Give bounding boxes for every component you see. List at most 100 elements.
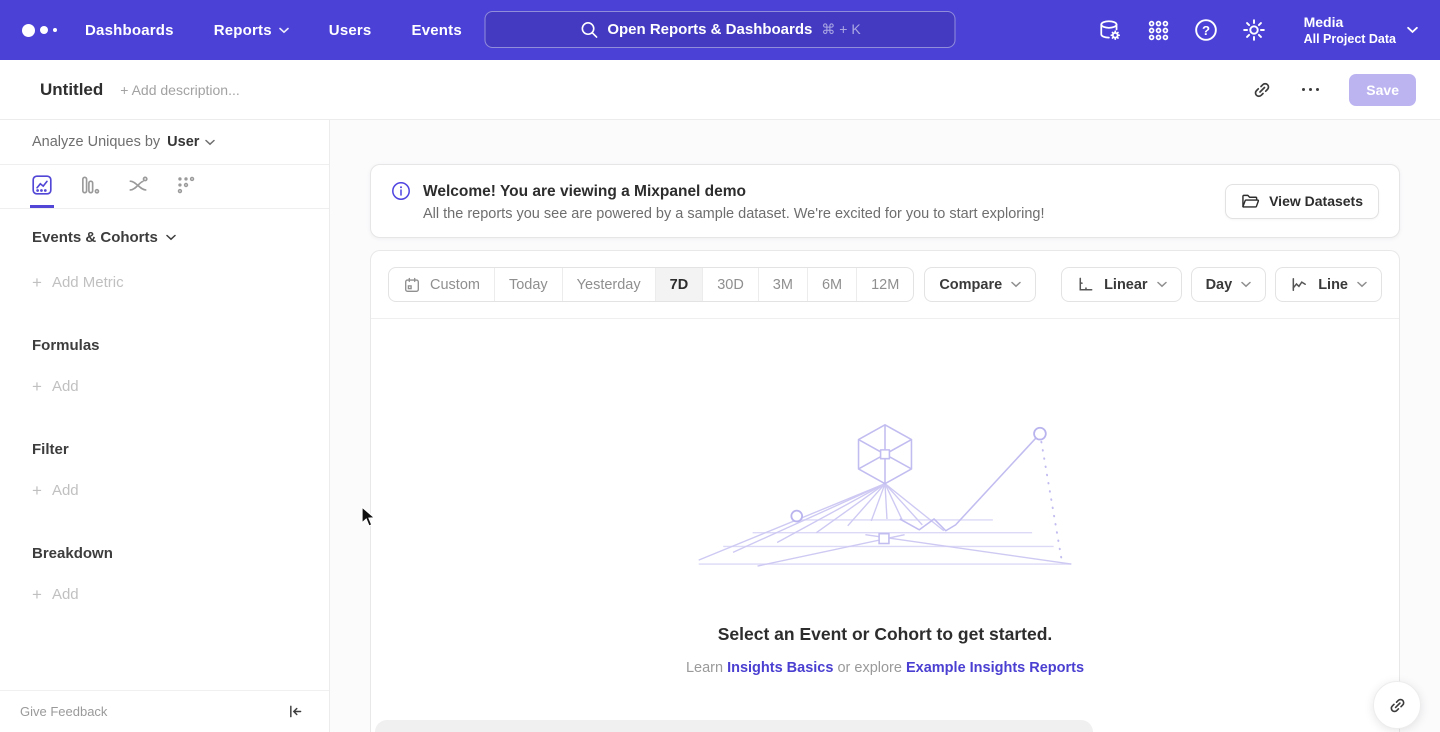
global-search[interactable]: Open Reports & Dashboards ⌘ + K [485,11,956,48]
report-header: Untitled + Add description... Save [0,60,1440,120]
chevron-down-icon [205,139,215,146]
date-range-label: 3M [773,277,793,293]
project-switcher[interactable]: Media All Project Data [1304,14,1418,47]
section-formulas: Formulas [32,337,329,354]
chevron-down-icon [279,27,289,34]
nav-item-users[interactable]: Users [329,22,372,39]
scale-label: Linear [1104,277,1148,293]
empty-state: Select an Event or Cohort to get started… [371,319,1399,676]
date-range-label: 30D [717,277,744,293]
nav-item-dashboards[interactable]: Dashboards [85,22,174,39]
chart-type-label: Line [1318,277,1348,293]
settings-icon[interactable] [1242,18,1267,43]
date-range-3m[interactable]: 3M [758,268,807,301]
chevron-down-icon [1357,281,1367,288]
section-title: Formulas [32,337,100,354]
scale-selector-button[interactable]: Linear [1061,267,1182,302]
interval-selector-button[interactable]: Day [1191,267,1267,302]
chevron-down-icon [1407,26,1418,34]
compare-button[interactable]: Compare [924,267,1036,302]
add-filter-button[interactable]: + Add [32,482,329,499]
search-icon [579,20,598,39]
line-chart-icon [1290,275,1309,294]
share-link-button[interactable] [1373,681,1421,729]
nav-item-events[interactable]: Events [411,22,461,39]
line-chart-icon [31,174,53,196]
nav-label: Events [411,22,461,39]
example-insights-reports-link[interactable]: Example Insights Reports [906,660,1084,676]
empty-state-links: Learn Insights Basics or explore Example… [371,660,1399,676]
report-description-placeholder[interactable]: + Add description... [120,82,239,98]
analyze-entity-selector[interactable]: User [167,134,215,150]
project-name: Media [1304,14,1396,31]
more-options-button[interactable] [1298,84,1324,96]
analyze-label: Analyze Uniques by [32,134,160,150]
top-nav: Dashboards Reports Users Events Open Rep… [0,0,1440,60]
add-formula-button[interactable]: + Add [32,378,329,395]
date-range-label: 12M [871,277,899,293]
section-events-cohorts[interactable]: Events & Cohorts [32,229,329,246]
chevron-down-icon [1011,281,1021,288]
add-metric-button[interactable]: + Add Metric [32,274,329,291]
tab-bar-chart[interactable] [78,165,102,208]
view-datasets-button[interactable]: View Datasets [1225,184,1379,219]
date-range-today[interactable]: Today [494,268,562,301]
analyze-entity-value: User [167,134,199,150]
insights-chart-card: Custom Today Yesterday 7D 30D 3M 6M 12M … [370,250,1400,732]
calendar-icon [403,276,421,294]
tab-flow-chart[interactable] [126,165,150,208]
save-button[interactable]: Save [1349,74,1416,106]
date-range-6m[interactable]: 6M [807,268,856,301]
search-placeholder: Open Reports & Dashboards [607,21,812,38]
banner-title: Welcome! You are viewing a Mixpanel demo [423,183,1045,201]
results-panel-peek[interactable] [375,720,1093,732]
add-filter-label: Add [52,482,79,499]
chart-type-selector-button[interactable]: Line [1275,267,1382,302]
report-title[interactable]: Untitled [40,80,103,100]
date-range-custom[interactable]: Custom [389,268,494,301]
info-icon [391,181,411,206]
section-title: Breakdown [32,545,113,562]
empty-state-heading: Select an Event or Cohort to get started… [371,624,1399,645]
mixpanel-logo[interactable] [0,24,85,37]
give-feedback-link[interactable]: Give Feedback [20,704,107,719]
nav-right: ? Media All Project Data [1098,14,1440,47]
plus-icon: + [32,274,42,291]
date-range-label: 6M [822,277,842,293]
nav-item-reports[interactable]: Reports [214,22,289,39]
date-range-30d[interactable]: 30D [702,268,758,301]
banner-subtitle: All the reports you see are powered by a… [423,206,1045,222]
learn-prefix: Learn [686,660,727,676]
date-range-label: Yesterday [577,277,641,293]
date-range-12m[interactable]: 12M [856,268,913,301]
date-range-label: 7D [670,277,689,293]
chart-toolbar: Custom Today Yesterday 7D 30D 3M 6M 12M … [371,251,1399,319]
interval-label: Day [1206,277,1233,293]
data-management-icon[interactable] [1098,18,1123,43]
apps-grid-icon[interactable] [1146,18,1171,43]
insights-basics-link[interactable]: Insights Basics [727,660,833,676]
plus-icon: + [32,378,42,395]
plus-icon: + [32,482,42,499]
add-breakdown-button[interactable]: + Add [32,586,329,603]
date-range-7d[interactable]: 7D [655,268,703,301]
help-icon[interactable]: ? [1194,18,1219,43]
section-filter: Filter [32,441,329,458]
chart-type-tabs [0,165,329,209]
date-range-label: Today [509,277,548,293]
copy-link-icon[interactable] [1252,80,1272,100]
nav-label: Users [329,22,372,39]
folder-icon [1241,193,1260,210]
abstract-mountain-illustration [695,417,1075,569]
date-range-segmented-control: Custom Today Yesterday 7D 30D 3M 6M 12M [388,267,914,302]
add-formula-label: Add [52,378,79,395]
section-title: Events & Cohorts [32,229,158,246]
collapse-sidebar-icon[interactable] [287,703,304,720]
compare-label: Compare [939,277,1002,293]
date-range-yesterday[interactable]: Yesterday [562,268,655,301]
tab-insights-line-chart[interactable] [30,165,54,208]
sidebar-footer: Give Feedback [0,690,329,732]
search-shortcut: ⌘ + K [821,21,860,38]
add-breakdown-label: Add [52,586,79,603]
tab-dot-grid[interactable] [174,165,198,208]
